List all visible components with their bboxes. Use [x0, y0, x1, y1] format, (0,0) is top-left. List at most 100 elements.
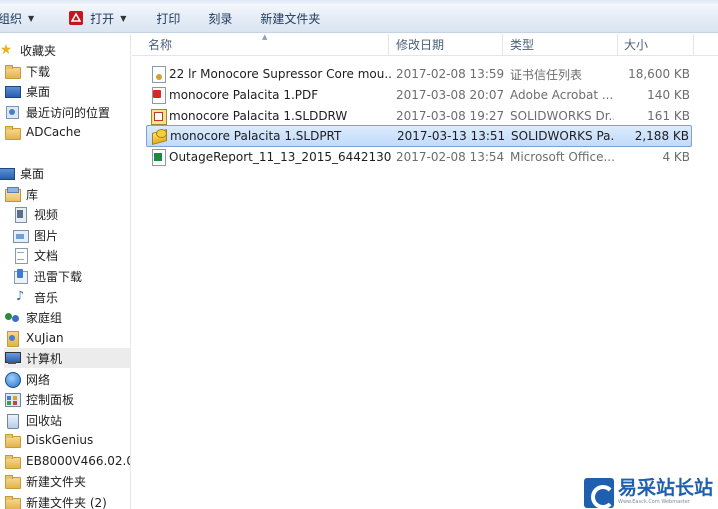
column-header-type[interactable]: 类型 [503, 34, 618, 56]
nav-item-label: 迅雷下载 [34, 269, 83, 284]
file-type: Microsoft Office... [510, 150, 614, 164]
column-header-label: 修改日期 [396, 38, 445, 52]
command-bar: 组织 ▼ 打开 ▼ 打印 刻录 新建文件夹 [0, 4, 718, 33]
nav-computer[interactable]: 计算机 [4, 348, 130, 368]
folder-icon [4, 124, 21, 140]
file-type: 证书信任列表 [510, 67, 583, 82]
file-row[interactable]: monocore Palacita 1.PDF 2017-03-08 20:07… [146, 85, 692, 105]
file-date: 2017-03-08 20:07 [396, 88, 505, 102]
nav-item-label: XuJian [26, 331, 64, 345]
print-button[interactable]: 打印 [146, 4, 190, 32]
new-folder-button[interactable]: 新建文件夹 [250, 4, 330, 32]
nav-item-label: 家庭组 [26, 310, 63, 325]
image-icon [12, 227, 29, 243]
column-header-label: 大小 [624, 38, 649, 52]
nav-item-label: 新建文件夹 [26, 474, 87, 489]
file-row[interactable]: 22 lr Monocore Supressor Core mou... 201… [146, 64, 692, 84]
library-icon [4, 186, 21, 202]
file-row-selected[interactable]: monocore Palacita 1.SLDPRT 2017-03-13 13… [146, 125, 692, 147]
nav-recent-places[interactable]: 最近访问的位置 [4, 102, 130, 122]
file-date: 2017-02-08 13:54 [396, 150, 505, 164]
pdf-file-icon [150, 87, 166, 104]
network-icon [4, 371, 21, 388]
nav-videos[interactable]: 视频 [12, 204, 130, 224]
column-header-name[interactable]: ▲ 名称 [132, 33, 389, 56]
print-label: 打印 [156, 11, 181, 26]
certificate-file-icon [150, 66, 166, 83]
chevron-down-icon: ▼ [28, 13, 35, 23]
file-row[interactable]: OutageReport_11_13_2015_6442130... 2017-… [146, 147, 692, 167]
nav-homegroup[interactable]: 家庭组 [4, 307, 130, 327]
solidworks-part-icon [151, 128, 167, 144]
excel-file-icon [150, 149, 166, 166]
nav-item-label: ADCache [26, 125, 81, 139]
nav-item-label: 音乐 [34, 290, 59, 305]
nav-favorites[interactable]: ★ 收藏夹 [0, 40, 129, 60]
nav-item-label: 网络 [26, 372, 51, 387]
file-size: 161 KB [647, 109, 690, 123]
burn-button[interactable]: 刻录 [198, 4, 242, 32]
nav-music[interactable]: ♪ 音乐 [12, 287, 130, 307]
organize-button[interactable]: 组织 ▼ [0, 4, 44, 32]
navigation-pane: ★ 收藏夹 下载 桌面 最近访问的位置 ADCache 桌面 库 视频 图片 文… [0, 34, 131, 509]
file-type: SOLIDWORKS Pa... [511, 129, 615, 143]
folder-icon [4, 494, 21, 509]
file-type: Adobe Acrobat ... [510, 88, 614, 102]
nav-thunder-downloads[interactable]: 迅雷下载 [12, 266, 130, 286]
folder-icon [4, 432, 21, 448]
document-icon [12, 247, 28, 264]
user-folder-icon [4, 330, 20, 347]
file-name: monocore Palacita 1.PDF [169, 88, 319, 102]
nav-user-xujian[interactable]: XuJian [4, 328, 130, 348]
computer-icon [4, 350, 21, 366]
sort-ascending-icon: ▲ [262, 33, 268, 41]
nav-item-label: 图片 [34, 228, 59, 243]
nav-network[interactable]: 网络 [4, 369, 130, 389]
nav-desktop[interactable]: 桌面 [0, 163, 129, 183]
nav-downloads[interactable]: 下载 [4, 61, 130, 81]
nav-new-folder-2[interactable]: 新建文件夹 (2) [4, 492, 130, 509]
nav-eb8000-folder[interactable]: EB8000V466.02.00! [4, 451, 130, 471]
nav-item-label: 计算机 [26, 351, 63, 366]
nav-documents[interactable]: 文档 [12, 245, 130, 265]
file-type: SOLIDWORKS Dr... [510, 109, 614, 123]
file-name: 22 lr Monocore Supressor Core mou... [169, 67, 391, 81]
nav-libraries[interactable]: 库 [4, 184, 130, 204]
nav-item-label: DiskGenius [26, 433, 94, 447]
file-date: 2017-02-08 13:59 [396, 67, 505, 81]
open-button[interactable]: 打开 ▼ [58, 4, 136, 32]
nav-diskgenius[interactable]: DiskGenius [4, 430, 130, 450]
file-name: OutageReport_11_13_2015_6442130... [169, 150, 391, 164]
file-date: 2017-03-13 13:51 [397, 129, 506, 143]
nav-item-label: 回收站 [26, 413, 63, 428]
nav-item-label: 控制面板 [26, 392, 75, 407]
nav-adcache[interactable]: ADCache [4, 122, 130, 142]
nav-pictures[interactable]: 图片 [12, 225, 130, 245]
column-header-label: 名称 [148, 38, 173, 52]
column-header-size[interactable]: 大小 [618, 34, 694, 56]
column-header-bar: ▲ 名称 修改日期 类型 大小 [132, 33, 718, 56]
nav-item-label: 新建文件夹 (2) [26, 495, 107, 509]
watermark-subtitle: Www.Easck.Com Webmaster [618, 499, 690, 505]
recycle-bin-icon [4, 412, 20, 429]
desktop-icon [4, 83, 21, 99]
open-label: 打开 [90, 11, 115, 26]
nav-control-panel[interactable]: 控制面板 [4, 389, 130, 409]
nav-item-label: 最近访问的位置 [26, 105, 111, 120]
file-date: 2017-03-08 19:27 [396, 109, 505, 123]
column-header-date[interactable]: 修改日期 [389, 34, 503, 56]
watermark-title: 易采站长站 [618, 477, 714, 499]
file-row[interactable]: monocore Palacita 1.SLDDRW 2017-03-08 19… [146, 106, 692, 126]
recent-places-icon [4, 104, 20, 120]
nav-desktop-fav[interactable]: 桌面 [4, 81, 130, 101]
nav-recycle-bin[interactable]: 回收站 [4, 410, 130, 430]
nav-new-folder[interactable]: 新建文件夹 [4, 471, 130, 491]
desktop-icon [0, 165, 15, 181]
new-folder-label: 新建文件夹 [260, 11, 321, 26]
site-watermark: 易采站长站 Www.Easck.Com Webmaster [584, 477, 718, 509]
file-name: monocore Palacita 1.SLDDRW [169, 109, 348, 123]
folder-icon [4, 453, 21, 469]
file-size: 2,188 KB [634, 129, 689, 143]
nav-item-label: 库 [26, 187, 39, 202]
download-icon [12, 268, 28, 284]
